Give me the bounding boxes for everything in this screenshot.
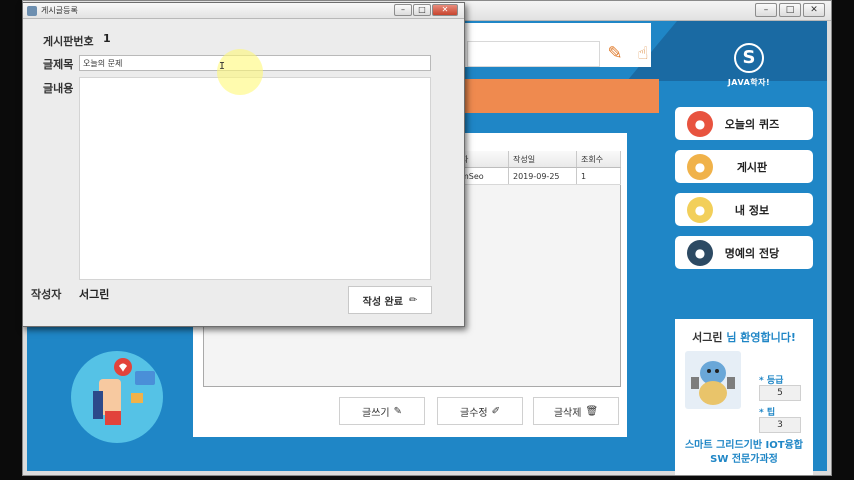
edit-pen-icon: ✐ — [491, 405, 500, 417]
text-cursor-icon: I — [219, 61, 226, 72]
board-icon: ● — [687, 153, 713, 180]
col-header-date[interactable]: 작성일 — [509, 151, 577, 167]
grade-value: 5 — [759, 385, 801, 401]
author-value: 서그린 — [79, 288, 110, 301]
sidebar-item-profile[interactable]: ● 내 정보 — [675, 193, 813, 226]
cell-views: 1 — [577, 168, 621, 184]
logo-text: JAVA학자! — [727, 78, 771, 87]
sidebar-item-hall-of-fame[interactable]: ● 명예의 전당 — [675, 236, 813, 269]
dialog-close-button[interactable]: ✕ — [432, 4, 458, 16]
welcome-greeting: 서그린 님 환영합니다! — [675, 329, 813, 345]
sidebar-item-label: 게시판 — [736, 160, 768, 174]
welcome-card: 서그린 님 환영합니다! * 등급 5 * 팁 3 스마트 그리드기반 IOT융… — [675, 319, 813, 475]
medal-icon: ● — [687, 239, 713, 266]
maximize-button[interactable]: □ — [779, 3, 801, 17]
dialog-maximize-button[interactable]: □ — [413, 4, 431, 16]
write-button[interactable]: 글쓰기 ✎ — [339, 397, 425, 425]
content-label: 글내용 — [43, 82, 74, 95]
illustration-graphic — [93, 358, 155, 425]
search-input[interactable] — [467, 41, 600, 67]
write-button-label: 글쓰기 — [362, 407, 390, 419]
main-window-controls: – □ ✕ — [755, 3, 825, 17]
app-logo: S JAVA학자! — [713, 43, 785, 103]
java-app-icon — [27, 6, 37, 16]
submit-button-label: 작성 완료 — [362, 296, 403, 308]
col-header-views[interactable]: 조회수 — [577, 151, 621, 167]
user-name: 서그린 — [692, 331, 723, 344]
pencil-icon: ✏ — [408, 294, 418, 306]
sidebar-item-label: 오늘의 퀴즈 — [724, 117, 780, 131]
thumbs-up-illustration — [71, 351, 163, 443]
board-no-value: 1 — [103, 32, 111, 45]
post-dialog: 게시글등록 – □ ✕ 게시판번호 1 글제목 오늘의 문제 글내용 작성자 서… — [22, 2, 465, 327]
board-no-label: 게시판번호 — [43, 35, 94, 48]
close-button[interactable]: ✕ — [803, 3, 825, 17]
sidebar-item-label: 내 정보 — [734, 203, 770, 217]
dialog-title: 게시글등록 — [41, 6, 78, 15]
content-textarea[interactable] — [79, 77, 431, 280]
welcome-suffix: 님 환영합니다! — [726, 331, 796, 344]
course-line-1: 스마트 그리드기반 IOT융합 — [684, 440, 803, 451]
edit-button[interactable]: 글수정 ✐ — [437, 397, 523, 425]
minimize-button[interactable]: – — [755, 3, 777, 17]
dialog-minimize-button[interactable]: – — [394, 4, 412, 16]
table-header: 자 작성일 조회수 — [457, 151, 621, 168]
profile-icon: ● — [687, 196, 713, 223]
author-label: 작성자 — [31, 288, 62, 301]
quiz-icon: ● — [687, 110, 713, 137]
delete-button[interactable]: 글삭제 🗑 — [533, 397, 619, 425]
sidebar-item-board[interactable]: ● 게시판 — [675, 150, 813, 183]
dialog-titlebar[interactable]: 게시글등록 – □ ✕ — [23, 3, 464, 19]
delete-button-label: 글삭제 — [553, 407, 582, 419]
edit-square-icon: ✎ — [393, 405, 402, 417]
title-label: 글제목 — [43, 58, 74, 71]
hand-pointer-icon[interactable]: ☝ — [631, 42, 655, 66]
tip-value: 3 — [759, 417, 801, 433]
sidebar-item-label: 명예의 전당 — [724, 246, 780, 260]
trash-icon: 🗑 — [585, 405, 599, 417]
board-table: 자 작성일 조회수 mSeo 2019-09-25 1 — [457, 151, 621, 185]
submit-button[interactable]: 작성 완료 ✏ — [348, 286, 432, 314]
pencil-icon[interactable]: ✎ — [603, 42, 627, 66]
edit-button-label: 글수정 — [460, 407, 488, 419]
mascot-avatar — [685, 351, 741, 409]
cursor-highlight — [217, 49, 263, 95]
logo-mark-icon: S — [734, 43, 764, 73]
course-line-2: SW 전문가과정 — [710, 454, 778, 465]
mascot-graphic — [691, 361, 735, 405]
course-name: 스마트 그리드기반 IOT융합 SW 전문가과정 — [675, 439, 813, 467]
dialog-window-controls: – □ ✕ — [394, 4, 458, 16]
table-row[interactable]: mSeo 2019-09-25 1 — [457, 168, 621, 185]
cell-date: 2019-09-25 — [509, 168, 577, 184]
sidebar-item-quiz[interactable]: ● 오늘의 퀴즈 — [675, 107, 813, 140]
